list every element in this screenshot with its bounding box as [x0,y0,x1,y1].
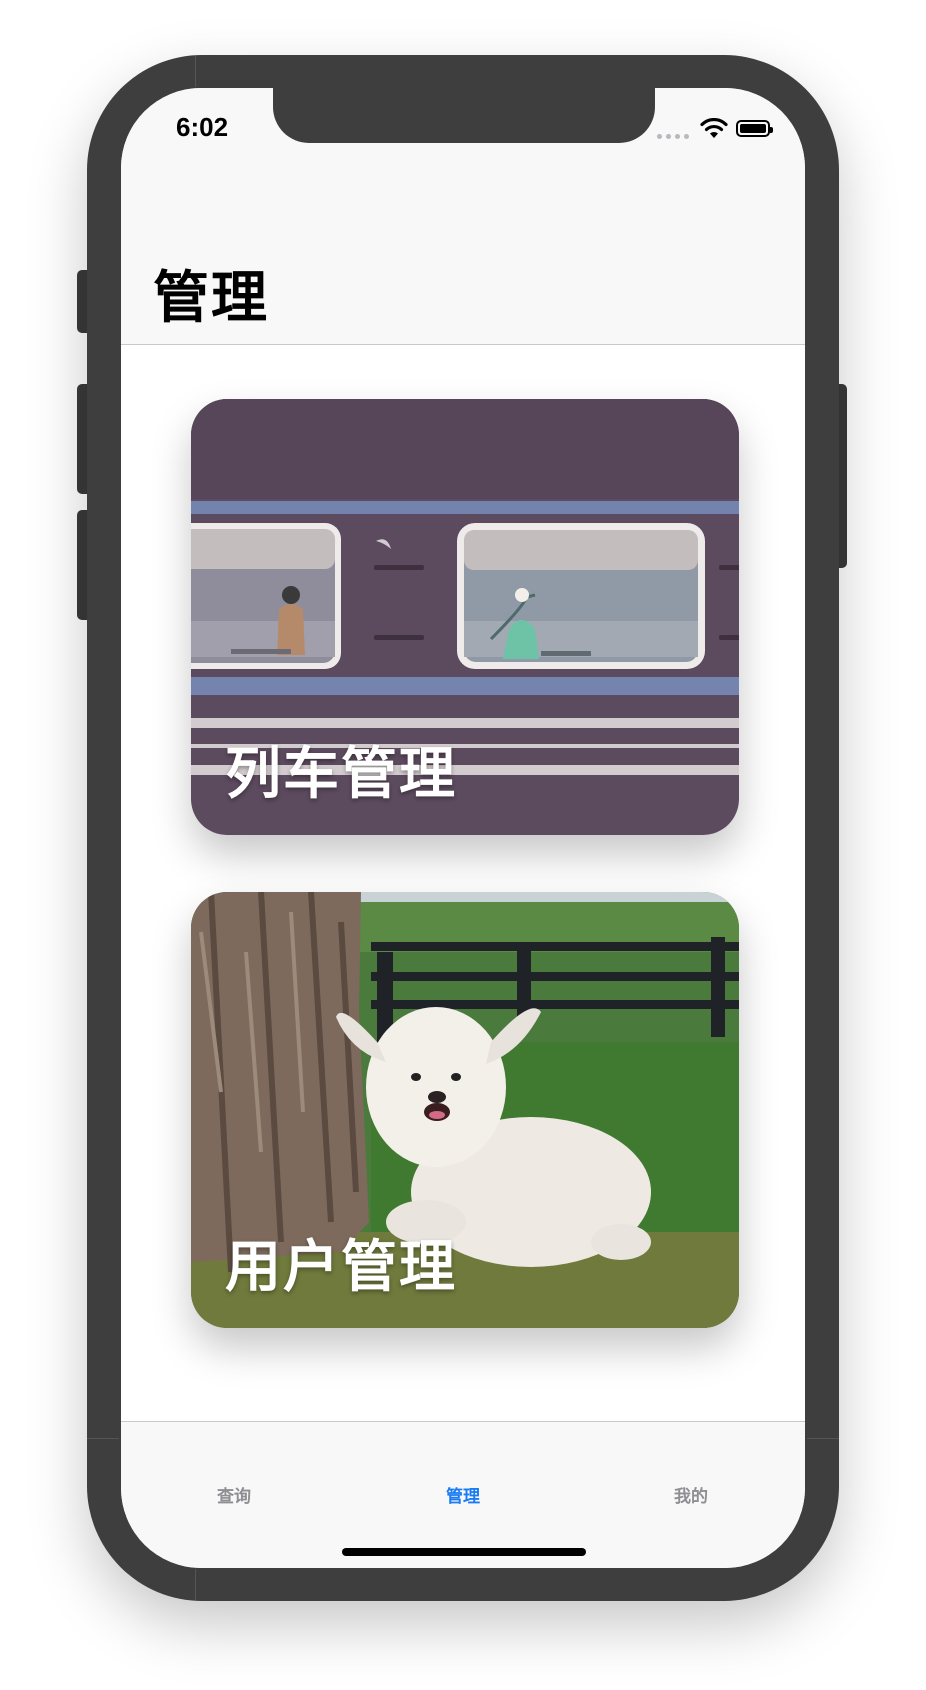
user-management-label: 用户管理 [225,1235,457,1300]
tab-query[interactable]: 查询 [217,1482,251,1507]
navigation-bar: 6:02 管理 [121,88,805,345]
tab-manage[interactable]: 管理 [446,1482,480,1507]
notch [273,88,655,143]
train-management-label: 列车管理 [225,742,457,807]
tab-mine[interactable]: 我的 [674,1482,708,1507]
frame-seam [195,55,196,87]
frame-seam [807,1438,839,1439]
user-management-card[interactable]: 用户管理 [191,892,739,1328]
train-management-card[interactable]: 列车管理 [191,399,739,835]
status-time: 6:02 [176,112,229,142]
wifi-icon [700,118,728,138]
cellular-signal-icon [657,134,689,139]
page-title: 管理 [153,266,269,331]
screen: 6:02 管理 列车管理 用户管理 查询 管理 我的 [121,88,805,1568]
frame-seam [87,1438,119,1439]
home-indicator[interactable] [342,1548,586,1556]
battery-icon [736,120,773,137]
tab-bar: 查询 管理 我的 [121,1421,805,1568]
frame-seam [195,1569,196,1601]
